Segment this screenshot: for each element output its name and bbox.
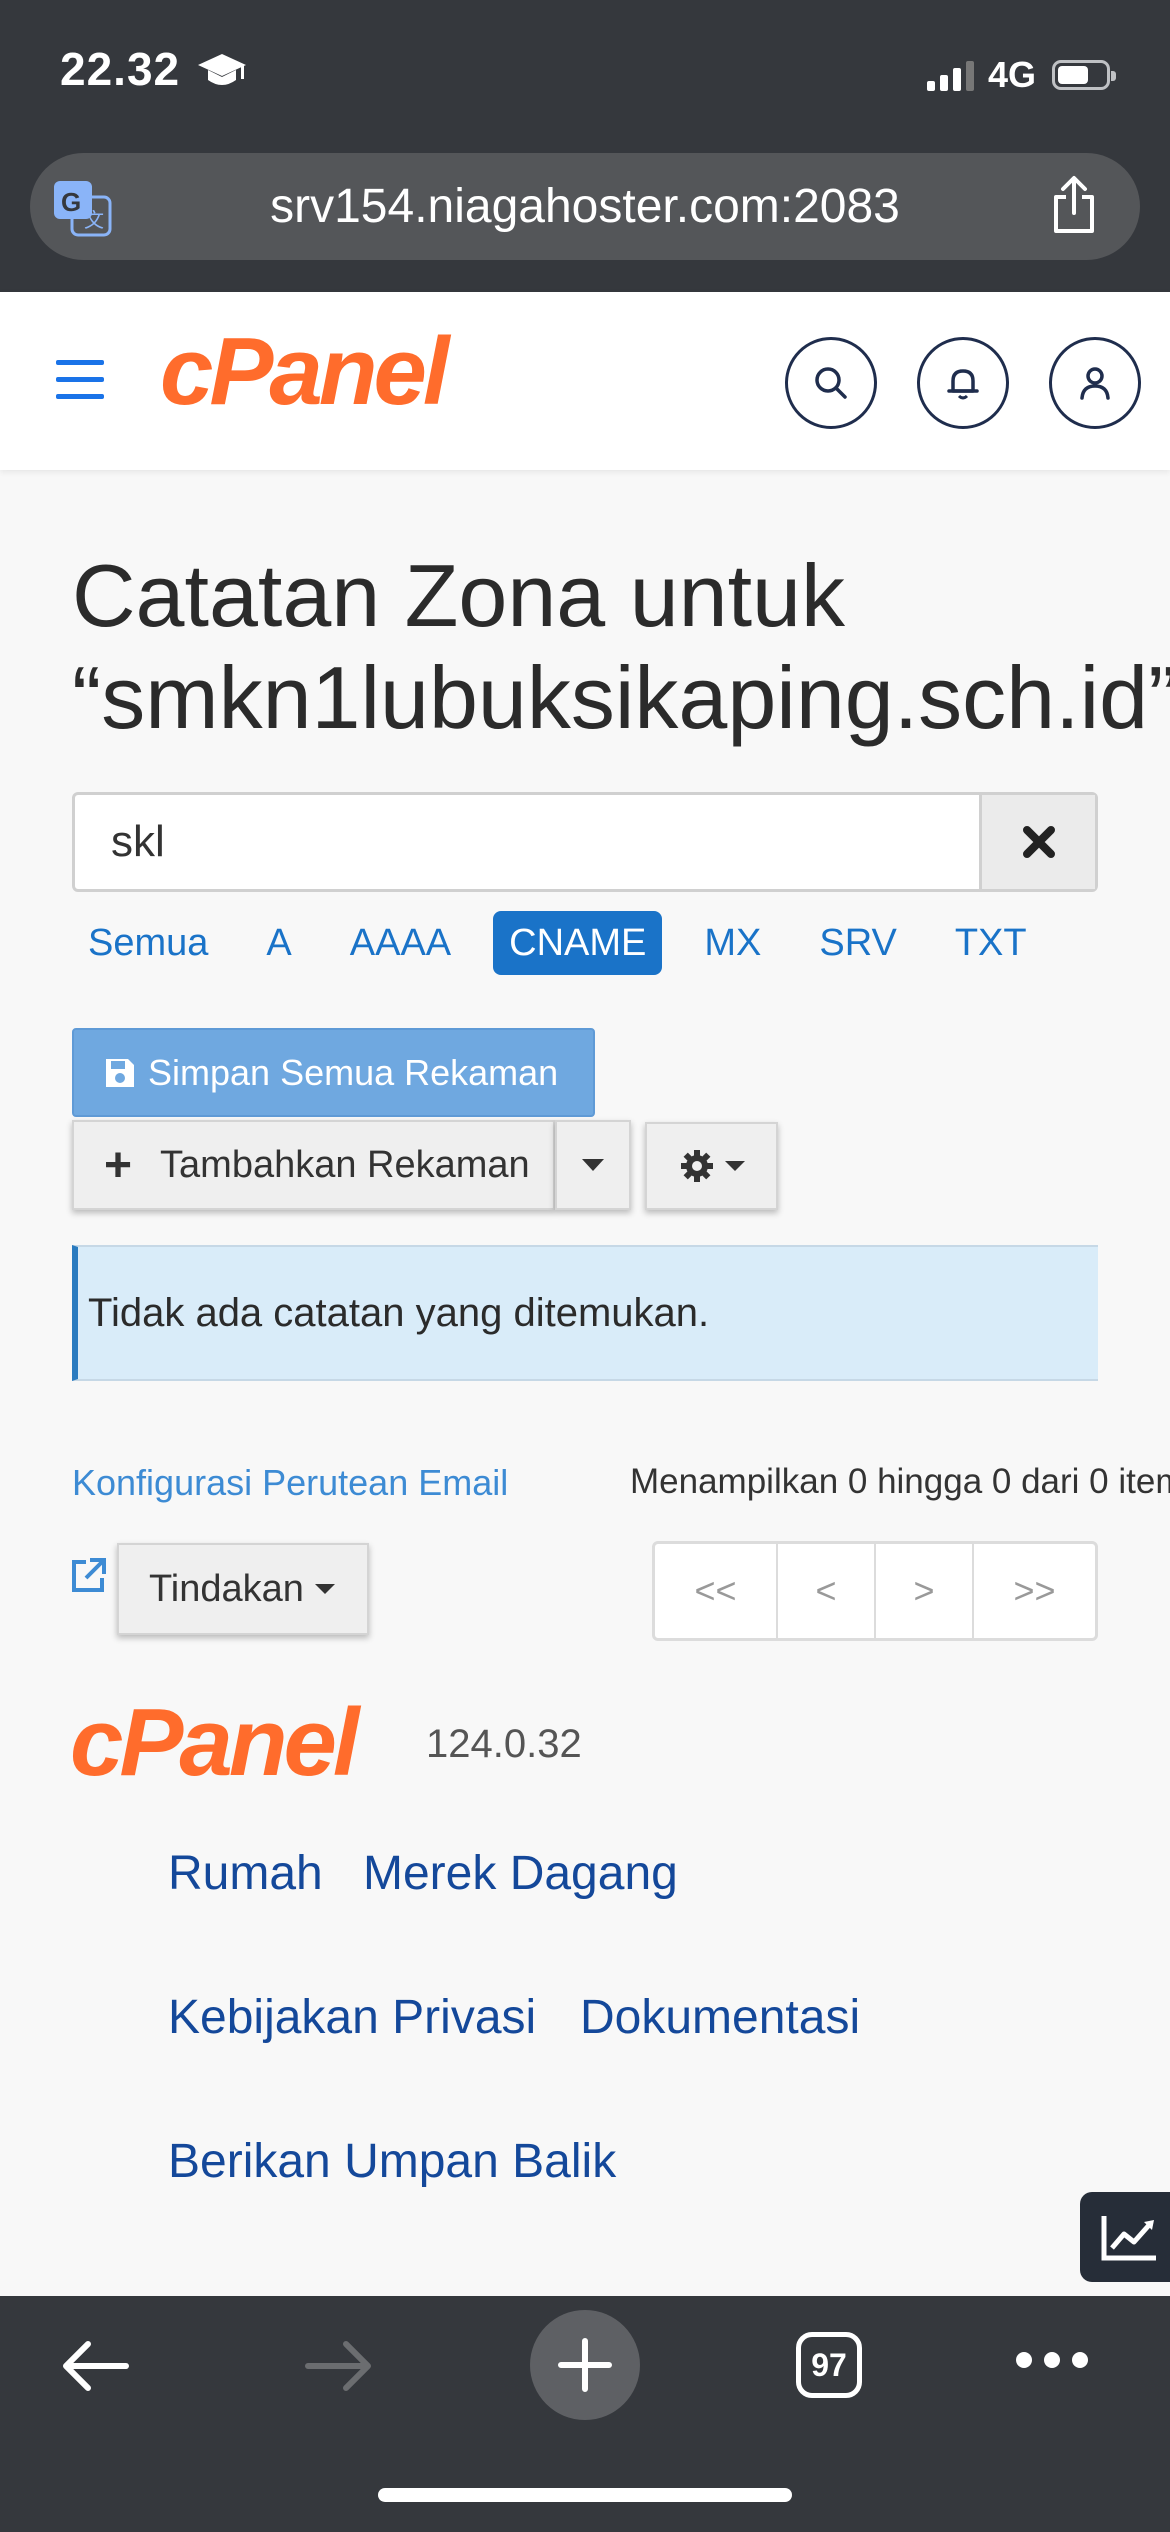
filter-srv[interactable]: SRV — [803, 911, 912, 975]
close-icon — [1022, 826, 1055, 858]
status-time: 22.32 — [60, 43, 181, 95]
filter-aaaa[interactable]: AAAA — [334, 911, 467, 975]
arrow-left-icon — [63, 2341, 129, 2391]
footer-link-home[interactable]: Rumah — [168, 1846, 323, 1901]
save-all-label: Simpan Semua Rekaman — [148, 1051, 559, 1093]
chart-line-icon — [1101, 2216, 1156, 2261]
back-button[interactable] — [58, 2334, 132, 2403]
no-records-alert: Tidak ada catatan yang ditemukan. — [72, 1245, 1098, 1381]
status-bar: 22.32 4G — [0, 0, 1170, 150]
pagination: << < > >> — [652, 1541, 1098, 1641]
status-indicators: 4G — [926, 54, 1116, 96]
caret-down-icon — [314, 1584, 335, 1594]
last-page-button[interactable]: >> — [974, 1544, 1095, 1638]
caret-down-icon — [724, 1161, 745, 1171]
add-record-label: Tambahkan Rekaman — [160, 1143, 530, 1186]
new-tab-button[interactable] — [530, 2310, 640, 2420]
filter-cname[interactable]: CNAME — [493, 911, 663, 975]
menu-icon[interactable] — [56, 360, 104, 411]
footer-link-feedback[interactable]: Berikan Umpan Balik — [168, 2134, 616, 2189]
plus-icon — [558, 2338, 612, 2392]
user-icon — [1080, 367, 1110, 400]
footer-link-documentation[interactable]: Dokumentasi — [580, 1990, 860, 2045]
cpanel-logo[interactable]: cPanel — [160, 318, 520, 431]
url-bar[interactable]: G 文 srv154.niagahoster.com:2083 — [30, 153, 1140, 260]
add-record-dropdown-button[interactable] — [555, 1120, 631, 1210]
settings-dropdown-button[interactable] — [645, 1122, 778, 1210]
footer-link-privacy[interactable]: Kebijakan Privasi — [168, 1990, 536, 2045]
network-type: 4G — [987, 54, 1036, 95]
user-button[interactable] — [1049, 337, 1141, 429]
footer-link-trademarks[interactable]: Merek Dagang — [363, 1846, 678, 1901]
signal-icon — [926, 59, 974, 91]
battery-icon — [1052, 60, 1116, 90]
more-icon[interactable] — [1016, 2352, 1088, 2368]
next-page-button[interactable]: > — [876, 1544, 974, 1638]
caret-down-icon — [582, 1159, 604, 1171]
record-type-filters: Semua A AAAA CNAME MX SRV TXT — [72, 910, 1069, 976]
save-all-records-button[interactable]: Simpan Semua Rekaman — [72, 1028, 595, 1117]
arrow-right-icon — [305, 2341, 371, 2391]
gear-icon — [680, 1150, 713, 1182]
search-icon — [815, 367, 847, 399]
filter-a[interactable]: A — [250, 911, 307, 975]
clear-search-button[interactable] — [979, 795, 1095, 889]
svg-text:cPanel: cPanel — [70, 1695, 362, 1795]
page-title-line1: Catatan Zona untuk — [72, 546, 845, 645]
email-routing-link[interactable]: Konfigurasi Perutean Email — [72, 1462, 508, 1504]
filter-mx[interactable]: MX — [688, 911, 777, 975]
plus-icon: + — [104, 1138, 133, 1192]
page-title-line2: “smkn1lubuksikaping.sch.id” — [72, 648, 1170, 747]
cpanel-footer-logo: cPanel — [70, 1689, 430, 1800]
graduation-cap-icon — [196, 52, 248, 97]
notifications-button[interactable] — [917, 337, 1009, 429]
search-input[interactable] — [75, 795, 981, 889]
alert-message: Tidak ada catatan yang ditemukan. — [88, 1290, 710, 1335]
prev-page-button[interactable]: < — [778, 1544, 876, 1638]
search-box — [72, 792, 1098, 892]
share-icon[interactable] — [1048, 175, 1100, 240]
results-count: Menampilkan 0 hingga 0 dari 0 item — [630, 1462, 1170, 1501]
add-record-button[interactable]: + Tambahkan Rekaman — [72, 1120, 555, 1210]
url-text[interactable]: srv154.niagahoster.com:2083 — [30, 179, 1140, 234]
cpanel-version: 124.0.32 — [426, 1722, 582, 1766]
actions-dropdown-button[interactable]: Tindakan — [117, 1543, 369, 1635]
external-link-icon[interactable] — [70, 1556, 108, 1599]
home-indicator — [378, 2488, 792, 2502]
svg-text:cPanel: cPanel — [160, 326, 452, 425]
forward-button[interactable] — [302, 2334, 376, 2403]
bell-icon — [947, 369, 979, 400]
save-icon — [106, 1058, 134, 1087]
page-title: Catatan Zona untuk “smkn1lubuksikaping.s… — [72, 545, 1170, 749]
search-button[interactable] — [785, 337, 877, 429]
cpanel-header: cPanel — [0, 292, 1170, 470]
actions-label: Tindakan — [149, 1567, 304, 1610]
tabs-button[interactable]: 97 — [796, 2332, 862, 2398]
filter-all[interactable]: Semua — [72, 911, 224, 975]
first-page-button[interactable]: << — [655, 1544, 778, 1638]
filter-txt[interactable]: TXT — [939, 911, 1043, 975]
analytics-button[interactable] — [1080, 2192, 1170, 2282]
